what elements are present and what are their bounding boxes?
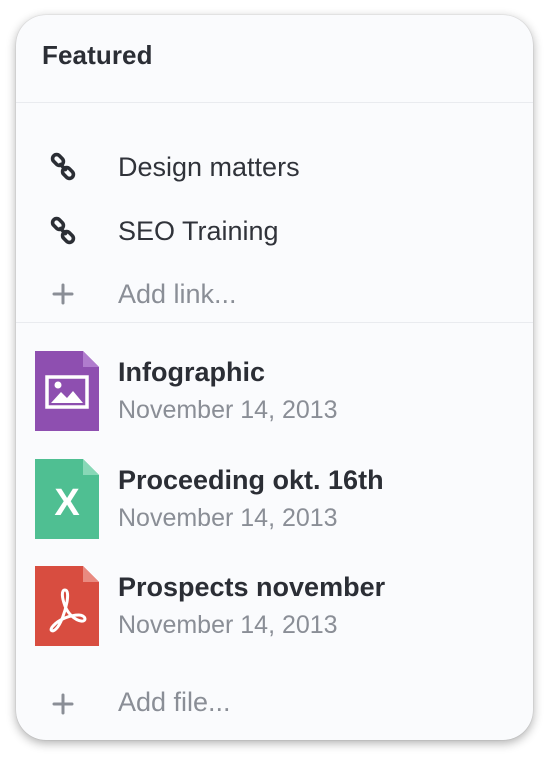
file-item-proceeding[interactable]: X Proceeding okt. 16th November 14, 2013 xyxy=(16,459,533,549)
pdf-file-icon xyxy=(35,566,99,646)
plus-icon xyxy=(48,689,78,719)
link-item-seo-training[interactable]: SEO Training xyxy=(16,201,533,261)
panel-header: Featured xyxy=(16,15,533,103)
plus-icon xyxy=(48,279,78,309)
file-name: Prospects november xyxy=(118,572,386,602)
file-name: Infographic xyxy=(118,357,265,387)
link-label: Design matters xyxy=(118,151,300,182)
link-icon xyxy=(48,216,78,246)
featured-panel: Featured Design matters SEO Training Add… xyxy=(16,15,533,740)
file-name: Proceeding okt. 16th xyxy=(118,465,384,495)
image-file-icon xyxy=(35,351,99,431)
links-section: Design matters SEO Training Add link... xyxy=(16,103,533,323)
file-date: November 14, 2013 xyxy=(118,504,338,532)
file-date: November 14, 2013 xyxy=(118,611,338,639)
file-date: November 14, 2013 xyxy=(118,396,338,424)
link-label: SEO Training xyxy=(118,215,279,246)
panel-title: Featured xyxy=(42,40,153,70)
add-link-label: Add link... xyxy=(118,278,237,309)
link-icon xyxy=(48,152,78,182)
excel-file-icon: X xyxy=(35,459,99,539)
file-item-prospects[interactable]: Prospects november November 14, 2013 xyxy=(16,566,533,656)
add-link-button[interactable]: Add link... xyxy=(16,264,533,324)
link-item-design-matters[interactable]: Design matters xyxy=(16,137,533,197)
file-item-infographic[interactable]: Infographic November 14, 2013 xyxy=(16,351,533,441)
add-file-label: Add file... xyxy=(118,687,231,717)
files-section: Infographic November 14, 2013 X Proceedi… xyxy=(16,323,533,739)
add-file-button[interactable]: Add file... xyxy=(16,679,533,729)
svg-text:X: X xyxy=(54,482,80,524)
